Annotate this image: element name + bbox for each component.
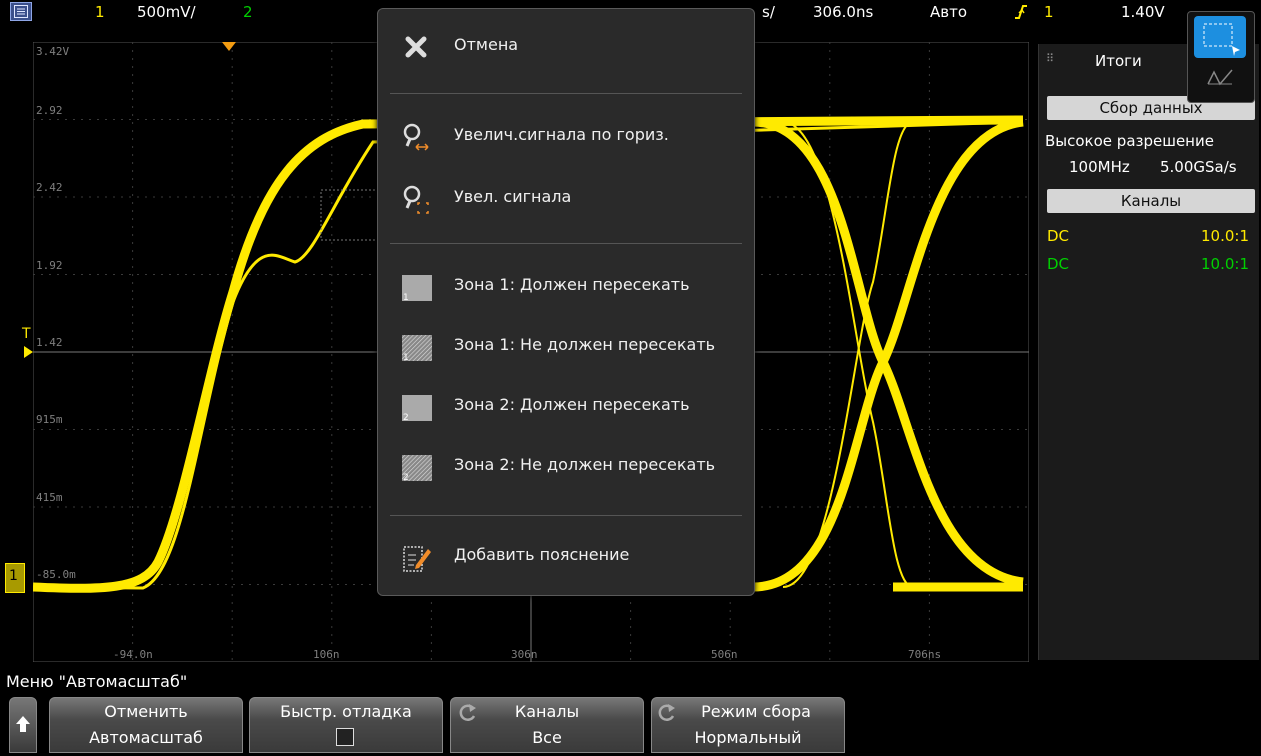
- menu-item-label: Зона 1: Должен пересекать: [454, 275, 690, 294]
- menu-separator: [390, 515, 742, 516]
- trigger-level-arrow-icon: [24, 346, 33, 358]
- x-label: 706ns: [908, 648, 941, 661]
- softkey-label: Отменить: [104, 702, 188, 721]
- ch1-ground-marker[interactable]: 1: [5, 563, 25, 593]
- touch-mode-group: [1187, 11, 1255, 103]
- annotation-icon: [403, 546, 431, 572]
- softkey-value: Нормальный: [694, 728, 802, 747]
- menu-item-zone2-must-not-intersect[interactable]: 2 Зона 2: Не должен пересекать: [378, 441, 754, 491]
- y-label: 1.92: [36, 259, 63, 272]
- zone-2-must-intersect-icon: 2: [402, 395, 432, 423]
- y-label: 915m: [36, 413, 63, 426]
- menu-icon: [14, 5, 28, 18]
- trigger-source[interactable]: 1: [1044, 3, 1054, 21]
- bandwidth: 100MHz: [1069, 158, 1130, 176]
- softkey-label: Каналы: [514, 702, 580, 721]
- y-label: 2.42: [36, 181, 63, 194]
- channels-softkey[interactable]: Каналы Все: [450, 697, 644, 753]
- context-menu: Отмена Увелич.сигнала по гориз. Увел. си…: [377, 8, 755, 596]
- ch1-number[interactable]: 1: [95, 3, 105, 21]
- ch1-probe-ratio: 10.0:1: [1201, 227, 1249, 245]
- trigger-mode[interactable]: Авто: [930, 3, 967, 21]
- svg-text:2: 2: [403, 473, 409, 483]
- menu-separator: [390, 93, 742, 94]
- ch1-coupling: DC: [1047, 227, 1070, 245]
- channels-button[interactable]: Каналы: [1047, 189, 1255, 213]
- trigger-position-marker[interactable]: [222, 42, 236, 52]
- svg-text:1: 1: [403, 353, 409, 363]
- acquisition-mode: Высокое разрешение: [1045, 132, 1214, 150]
- menu-item-label: Отмена: [454, 35, 519, 54]
- rising-edge-trigger-icon: [1015, 5, 1027, 19]
- box-select-icon: [1203, 23, 1240, 56]
- x-label: 506n: [711, 648, 738, 661]
- zone-1-must-not-intersect-icon: 1: [402, 335, 432, 363]
- menu-item-label: Увел. сигнала: [454, 187, 572, 206]
- menu-item-zoom[interactable]: Увел. сигнала: [378, 173, 754, 223]
- y-label: 2.92: [36, 104, 63, 117]
- menu-item-label: Зона 2: Не должен пересекать: [454, 455, 716, 474]
- summary-title: Итоги: [1095, 52, 1142, 70]
- menu-up-button[interactable]: [9, 697, 37, 753]
- summary-panel: ⠿ Итоги Сбор данных Высокое разрешение 1…: [1038, 44, 1259, 660]
- zone-1-must-intersect-icon: 1: [402, 275, 432, 303]
- draw-shape-icon: [1207, 69, 1233, 86]
- acquisition-mode-softkey[interactable]: Режим сбора Нормальный: [651, 697, 845, 753]
- delay-value[interactable]: 306.0ns: [813, 3, 873, 21]
- trigger-level[interactable]: 1.40V: [1121, 3, 1165, 21]
- draw-mode-button[interactable]: [1194, 60, 1246, 96]
- x-label: -94.0n: [113, 648, 153, 661]
- menu-item-zone1-must-intersect[interactable]: 1 Зона 1: Должен пересекать: [378, 261, 754, 311]
- menu-item-label: Увелич.сигнала по гориз.: [454, 125, 669, 144]
- menu-item-horizontal-zoom[interactable]: Увелич.сигнала по гориз.: [378, 111, 754, 161]
- ch2-probe-ratio: 10.0:1: [1201, 255, 1249, 273]
- softkey-value: Автомасштаб: [89, 728, 203, 747]
- sample-rate: 5.00GSa/s: [1160, 158, 1237, 176]
- menu-item-zone2-must-intersect[interactable]: 2 Зона 2: Должен пересекать: [378, 381, 754, 431]
- y-label: -85.0m: [36, 568, 76, 581]
- softkey-value: Все: [532, 728, 562, 747]
- quick-debug-softkey[interactable]: Быстр. отладка: [249, 697, 443, 753]
- ch2-coupling: DC: [1047, 255, 1070, 273]
- softkey-label: Режим сбора: [701, 702, 811, 721]
- softkey-label: Быстр. отладка: [280, 702, 412, 721]
- menu-separator: [390, 243, 742, 244]
- x-label: 106n: [313, 648, 340, 661]
- zoom-icon: [403, 185, 429, 214]
- svg-text:1: 1: [403, 293, 409, 303]
- softkey-menu-title: Меню "Автомасштаб": [6, 672, 188, 691]
- menu-item-label: Зона 2: Должен пересекать: [454, 395, 690, 414]
- menu-item-label: Зона 1: Не должен пересекать: [454, 335, 716, 354]
- ground-marker-label: 1: [9, 568, 18, 584]
- main-menu-button[interactable]: [10, 2, 32, 21]
- quick-debug-checkbox[interactable]: [336, 728, 354, 746]
- menu-item-add-annotation[interactable]: Добавить пояснение: [378, 531, 754, 581]
- timebase-scale[interactable]: s/: [762, 3, 775, 21]
- menu-item-zone1-must-not-intersect[interactable]: 1 Зона 1: Не должен пересекать: [378, 321, 754, 371]
- y-label: 1.42: [36, 336, 63, 349]
- close-icon: [405, 36, 427, 58]
- ch2-number[interactable]: 2: [243, 3, 253, 21]
- menu-item-cancel[interactable]: Отмена: [378, 21, 754, 71]
- trigger-level-marker[interactable]: T: [22, 326, 31, 342]
- x-label: 306n: [511, 648, 538, 661]
- undo-autoscale-softkey[interactable]: Отменить Автомасштаб: [49, 697, 243, 753]
- drag-handle-icon[interactable]: ⠿: [1046, 52, 1054, 65]
- up-arrow-icon: [16, 716, 30, 732]
- y-label: 3.42V: [36, 45, 69, 58]
- ch1-scale[interactable]: 500mV/: [137, 3, 196, 21]
- y-label: 415m: [36, 491, 63, 504]
- menu-item-label: Добавить пояснение: [454, 545, 630, 564]
- svg-text:2: 2: [403, 413, 409, 423]
- box-select-mode-button[interactable]: [1194, 16, 1246, 58]
- zone-2-must-not-intersect-icon: 2: [402, 455, 432, 483]
- horizontal-zoom-icon: [403, 123, 429, 151]
